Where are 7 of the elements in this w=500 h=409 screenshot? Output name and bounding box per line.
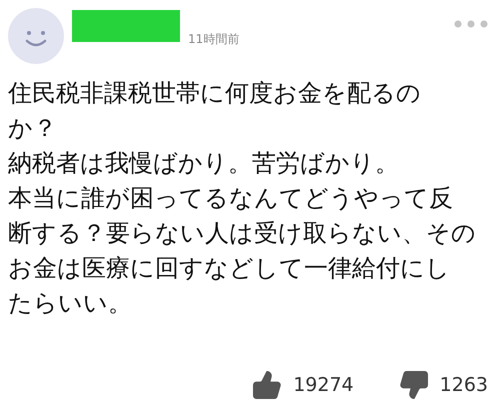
dislike-count: 1263 xyxy=(440,372,488,398)
avatar-icon xyxy=(8,8,64,64)
timestamp: 11時間前 xyxy=(188,31,240,48)
thumbs-down-icon[interactable] xyxy=(398,369,430,401)
like-count: 19274 xyxy=(293,372,354,398)
thumbs-up-icon[interactable] xyxy=(251,369,284,401)
comment-text: 住民税非課税世帯に何度お金を配るの か？ 納税者は我慢ばかり。苦労ばかり。 本当に誰が困ってるなんてどうやって反 断する？要らない人は受け取らない、その お金は医療に回すなどして一律給付にし たらいい。 xyxy=(8,78,477,319)
